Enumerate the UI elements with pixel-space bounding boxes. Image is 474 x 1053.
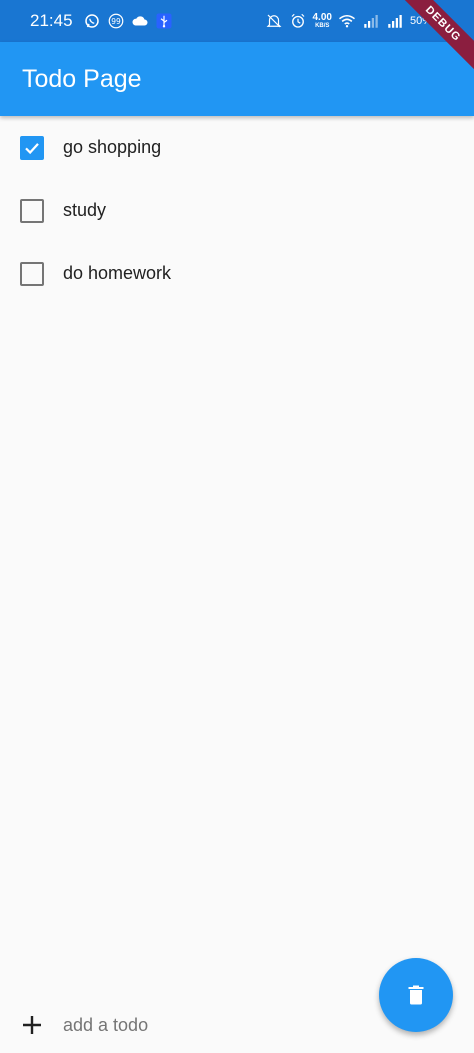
wifi-icon <box>339 15 355 28</box>
alarm-icon <box>291 13 304 28</box>
network-speed-value: 4.00 <box>312 12 332 23</box>
signal-icon <box>364 15 378 28</box>
mute-icon <box>266 14 281 28</box>
svg-text:99: 99 <box>111 17 121 26</box>
add-todo-input[interactable] <box>63 1014 343 1036</box>
status-time: 21:45 <box>30 11 73 30</box>
signal-icon <box>388 15 402 28</box>
page-title: Todo Page <box>22 64 142 93</box>
cloud-icon <box>132 16 148 26</box>
status-bar: 21:45 99 4.00 KB/S 50% <box>0 0 474 42</box>
todo-item[interactable]: study <box>0 179 474 242</box>
todo-label: do homework <box>63 263 172 283</box>
todo-checkbox-checked[interactable] <box>20 135 44 160</box>
check-icon <box>25 142 39 154</box>
usb-icon <box>156 13 172 29</box>
network-speed: 4.00 KB/S <box>312 12 332 30</box>
todo-checkbox[interactable] <box>20 261 44 286</box>
network-speed-unit: KB/S <box>315 23 330 29</box>
delete-button[interactable] <box>379 958 453 1032</box>
todo-label: study <box>63 200 107 220</box>
todo-checkbox[interactable] <box>20 198 44 223</box>
todo-item[interactable]: go shopping <box>0 116 474 179</box>
app-bar: Todo Page <box>0 42 474 116</box>
status-system-icons: 4.00 KB/S 50% <box>265 12 432 30</box>
todo-list: go shopping study do homework <box>0 116 474 305</box>
todo-label: go shopping <box>63 137 162 157</box>
quote-icon: 99 <box>108 13 123 29</box>
trash-icon <box>408 985 424 1005</box>
whatsapp-icon <box>84 14 99 28</box>
todo-item[interactable]: do homework <box>0 242 474 305</box>
plus-icon[interactable] <box>20 1013 44 1037</box>
status-notification-icons: 99 <box>83 12 173 30</box>
